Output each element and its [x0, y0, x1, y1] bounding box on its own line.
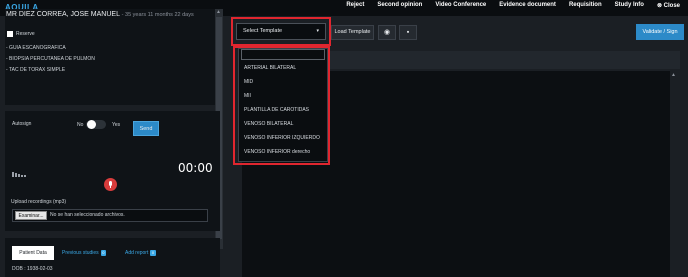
validate-sign-button[interactable]: Validate / Sign: [636, 24, 684, 40]
tab-add-report[interactable]: Add report 0: [125, 250, 156, 256]
close-label: Close: [663, 3, 680, 9]
load-template-button[interactable]: Load Template: [331, 25, 374, 40]
video-conference-link[interactable]: Video Conference: [435, 2, 486, 9]
patient-age: - 35 years 11 months 22 days: [121, 12, 194, 18]
count-badge: 0: [150, 250, 156, 256]
toggle-knob: [87, 120, 96, 129]
scroll-up-icon[interactable]: ▲: [216, 9, 221, 15]
recording-timer: 00:00: [178, 161, 213, 175]
highlight-box-select: [231, 17, 331, 46]
highlight-box-dropdown: [233, 46, 330, 165]
count-badge: 0: [100, 250, 106, 256]
study-info-link[interactable]: Study Info: [615, 2, 644, 9]
save-button[interactable]: ▪: [399, 25, 417, 40]
editor-scrollbar[interactable]: ▲: [670, 71, 678, 277]
procedure-item: - BIOPSIA PERCUTANEA DE PULMON: [6, 56, 95, 62]
procedure-item: - TAC DE TORAX SIMPLE: [6, 67, 66, 73]
procedure-list: - GUIA ESCANOGRAFICA - BIOPSIA PERCUTANE…: [6, 43, 95, 76]
second-opinion-link[interactable]: Second opinion: [377, 2, 422, 9]
eye-icon: ◉: [383, 29, 391, 36]
browse-button[interactable]: Examinar...: [15, 211, 47, 220]
patient-dob: DOB : 1938-02-03: [12, 266, 53, 272]
audio-level-icon: [12, 171, 32, 177]
close-link[interactable]: ⊗ Close: [657, 2, 680, 9]
scroll-up-icon[interactable]: ▲: [671, 72, 676, 78]
autosign-yes-label: Yes: [112, 122, 121, 128]
autosign-toggle[interactable]: [86, 120, 106, 129]
requisition-link[interactable]: Requisition: [569, 2, 602, 9]
autosign-label: Autosign: [12, 121, 32, 127]
reserve-label: Reserve: [16, 31, 35, 37]
file-status-text: No se han seleccionado archivos.: [50, 212, 125, 218]
top-nav: Reject Second opinion Video Conference E…: [346, 2, 680, 9]
tab-previous-studies[interactable]: Previous studies 0: [62, 250, 106, 256]
microphone-icon[interactable]: [104, 178, 117, 191]
patient-name-text: MR DIEZ CORREA, JOSE MANUEL: [6, 11, 120, 18]
procedure-item: - GUIA ESCANOGRAFICA: [6, 45, 66, 51]
save-icon: ▪: [406, 29, 410, 36]
upload-label: Upload recordings (mp3): [11, 199, 67, 205]
evidence-document-link[interactable]: Evidence document: [499, 2, 556, 9]
reserve-checkbox[interactable]: [7, 31, 13, 37]
reject-link[interactable]: Reject: [346, 2, 364, 9]
tab-label: Add report: [125, 250, 149, 256]
close-circle-icon: ⊗: [656, 3, 662, 9]
preview-button[interactable]: ◉: [378, 25, 396, 40]
autosign-no-label: No: [77, 122, 84, 128]
tab-patient-data[interactable]: Patient Data: [12, 246, 54, 260]
patient-name: MR DIEZ CORREA, JOSE MANUEL - 35 years 1…: [6, 11, 194, 18]
tab-label: Previous studies: [62, 250, 99, 256]
send-button[interactable]: Send: [133, 121, 159, 136]
